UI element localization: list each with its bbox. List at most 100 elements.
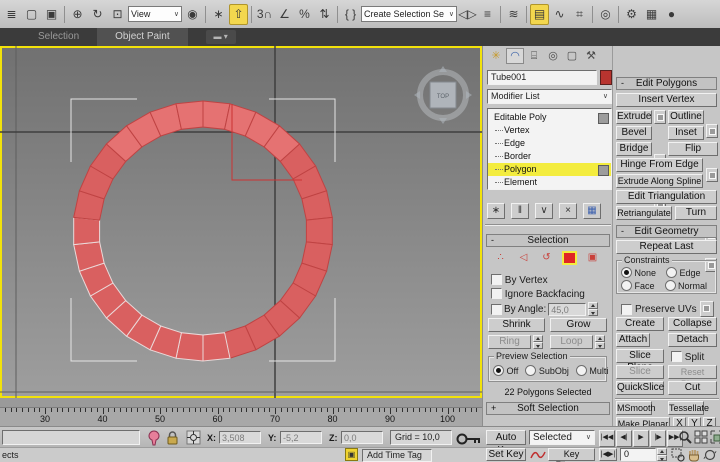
reset-plane-button[interactable]: Reset Plane bbox=[668, 365, 717, 389]
ribbon-overflow-button[interactable]: ▬ ▾ bbox=[205, 30, 236, 44]
isolate-selection-toggle[interactable]: ▣ bbox=[345, 448, 358, 461]
repeat-last-button[interactable]: Repeat Last bbox=[616, 240, 717, 254]
set-key-mode-icon[interactable] bbox=[456, 432, 482, 446]
manage-layers-icon[interactable]: ≋ bbox=[504, 4, 523, 25]
ring-spinner[interactable] bbox=[533, 335, 543, 349]
maxscript-mini-listener[interactable] bbox=[2, 430, 140, 445]
loop-spinner[interactable] bbox=[595, 335, 605, 349]
zoom-icon[interactable] bbox=[678, 430, 693, 444]
remove-modifier-icon[interactable]: × bbox=[559, 203, 577, 219]
y-coordinate-field[interactable]: -5,2 bbox=[280, 431, 322, 444]
modifier-stack[interactable]: Editable Poly Vertex Edge Border Polygon Elem… bbox=[487, 108, 612, 190]
inset-button[interactable]: Inset bbox=[668, 126, 704, 140]
edit-triangulation-button[interactable]: Edit Triangulation bbox=[616, 190, 717, 204]
select-and-scale-icon[interactable]: ⊡ bbox=[108, 4, 127, 25]
object-name-field[interactable]: Tube001 bbox=[487, 70, 597, 85]
loop-button[interactable]: Loop bbox=[550, 335, 593, 349]
region-zoom-icon[interactable] bbox=[671, 448, 686, 462]
preserve-uvs-settings-button[interactable] bbox=[699, 301, 714, 317]
render-production-icon[interactable]: ● bbox=[662, 4, 681, 25]
go-to-start-button[interactable]: |◀◀ bbox=[599, 430, 615, 447]
named-selection-sets-dropdown[interactable]: Create Selection Se ∨ bbox=[361, 6, 457, 22]
ring-polygon[interactable] bbox=[73, 216, 101, 246]
key-filters-button[interactable]: Key Filters... bbox=[548, 448, 595, 462]
grow-button[interactable]: Grow bbox=[550, 318, 607, 332]
preview-subobj-radio[interactable]: SubObj bbox=[525, 365, 569, 376]
window-crossing-icon[interactable]: ▣ bbox=[42, 4, 61, 25]
bridge-button[interactable]: Bridge bbox=[616, 142, 652, 156]
detach-button[interactable]: Detach bbox=[668, 333, 717, 347]
preview-off-radio[interactable]: Off bbox=[493, 365, 518, 376]
select-by-name-icon[interactable]: ≣ bbox=[2, 4, 21, 25]
tessellate-button[interactable]: Tessellate bbox=[668, 401, 709, 415]
previous-frame-button[interactable]: ◀| bbox=[616, 430, 632, 447]
stack-item-edge[interactable]: Edge bbox=[488, 137, 611, 150]
motion-tab-icon[interactable]: ◎ bbox=[544, 48, 562, 64]
curve-editor-icon[interactable]: ∿ bbox=[550, 4, 569, 25]
use-selection-center-icon[interactable]: ◉ bbox=[183, 4, 202, 25]
mirror-icon[interactable]: ◁▷ bbox=[458, 4, 477, 25]
flip-button[interactable]: Flip bbox=[668, 142, 718, 156]
constraint-none-radio[interactable]: None bbox=[621, 267, 656, 278]
hinge-from-edge-button[interactable]: Hinge From Edge bbox=[616, 158, 703, 172]
select-and-move-icon[interactable]: ⊕ bbox=[68, 4, 87, 25]
vertex-subobject-icon[interactable]: ∴ bbox=[493, 251, 508, 265]
attach-button[interactable]: Attach bbox=[616, 333, 650, 347]
stack-display-toggle[interactable] bbox=[598, 165, 609, 176]
stack-display-toggle[interactable] bbox=[598, 113, 609, 124]
stack-item-vertex[interactable]: Vertex bbox=[488, 124, 611, 137]
schematic-view-icon[interactable]: ⌗ bbox=[570, 4, 589, 25]
msmooth-button[interactable]: MSmooth bbox=[616, 401, 656, 415]
viewcube[interactable]: TOP bbox=[414, 66, 472, 124]
z-coordinate-field[interactable]: 0,0 bbox=[341, 431, 383, 444]
make-unique-icon[interactable]: ∨ bbox=[535, 203, 553, 219]
graphite-ribbon-toggle-icon[interactable]: ▤ bbox=[530, 3, 549, 25]
viewport-canvas[interactable]: TOP bbox=[0, 46, 482, 398]
outline-settings-button[interactable] bbox=[706, 124, 718, 138]
add-time-tag[interactable]: Add Time Tag bbox=[362, 449, 432, 462]
tab-selection[interactable]: Selection bbox=[20, 28, 97, 46]
by-angle-checkbox[interactable] bbox=[491, 303, 502, 315]
orbit-icon[interactable] bbox=[703, 448, 718, 462]
top-viewport[interactable]: TOP bbox=[0, 46, 482, 398]
stack-item-border[interactable]: Border bbox=[488, 150, 611, 163]
frame-spinner[interactable] bbox=[657, 448, 667, 461]
key-filter-dropdown[interactable]: Selected ∨ bbox=[529, 430, 595, 445]
render-setup-icon[interactable]: ⚙ bbox=[622, 4, 641, 25]
retriangulate-button[interactable]: Retriangulate bbox=[616, 206, 672, 220]
polygon-subobject-icon[interactable]: ■ bbox=[562, 251, 577, 265]
stack-item-element[interactable]: Element bbox=[488, 176, 611, 189]
set-key-button[interactable]: Set Key bbox=[486, 448, 526, 461]
display-tab-icon[interactable]: ▢ bbox=[563, 48, 581, 64]
extrude-along-spline-button[interactable]: Extrude Along Spline bbox=[616, 174, 703, 188]
stack-item-editable-poly[interactable]: Editable Poly bbox=[488, 111, 611, 124]
edge-subobject-icon[interactable]: ◁ bbox=[516, 251, 531, 265]
modifier-list-dropdown[interactable]: Modifier List ∨ bbox=[487, 89, 612, 104]
edit-named-selection-sets-icon[interactable]: { } bbox=[341, 4, 360, 25]
insert-vertex-button[interactable]: Insert Vertex bbox=[616, 93, 717, 107]
zoom-extents-icon[interactable] bbox=[710, 430, 720, 444]
ring-polygon[interactable] bbox=[305, 216, 333, 246]
material-editor-icon[interactable]: ◎ bbox=[596, 4, 615, 25]
selection-lock-toggle-icon[interactable] bbox=[166, 431, 179, 445]
slice-plane-button[interactable]: Slice Plane bbox=[616, 349, 664, 373]
show-end-result-icon[interactable]: ‖ bbox=[511, 203, 529, 219]
constraint-normal-radio[interactable]: Normal bbox=[664, 280, 707, 291]
hierarchy-tab-icon[interactable]: ⌸ bbox=[525, 48, 543, 64]
outline-button[interactable]: Outline bbox=[668, 110, 704, 124]
edit-polygons-header[interactable]: - Edit Polygons bbox=[616, 77, 717, 90]
spinner-snap-toggle-icon[interactable]: ⇅ bbox=[315, 4, 334, 25]
pin-stack-icon[interactable]: ∗ bbox=[487, 203, 505, 219]
cut-button[interactable]: Cut bbox=[668, 381, 717, 395]
preserve-uvs-checkbox[interactable] bbox=[621, 303, 632, 315]
time-slider-track[interactable] bbox=[0, 398, 482, 408]
create-button[interactable]: Create bbox=[616, 317, 664, 331]
zoom-all-icon[interactable] bbox=[694, 430, 709, 444]
keyboard-shortcut-override-icon[interactable]: ⇧ bbox=[229, 3, 248, 25]
by-vertex-checkbox[interactable] bbox=[491, 274, 502, 285]
play-button[interactable]: ▶ bbox=[633, 430, 649, 447]
absolute-offset-mode-icon[interactable] bbox=[186, 430, 201, 445]
ring-polygon[interactable] bbox=[175, 100, 204, 130]
align-icon[interactable]: ≡ bbox=[478, 4, 497, 25]
ignore-backfacing-checkbox[interactable] bbox=[491, 288, 502, 299]
